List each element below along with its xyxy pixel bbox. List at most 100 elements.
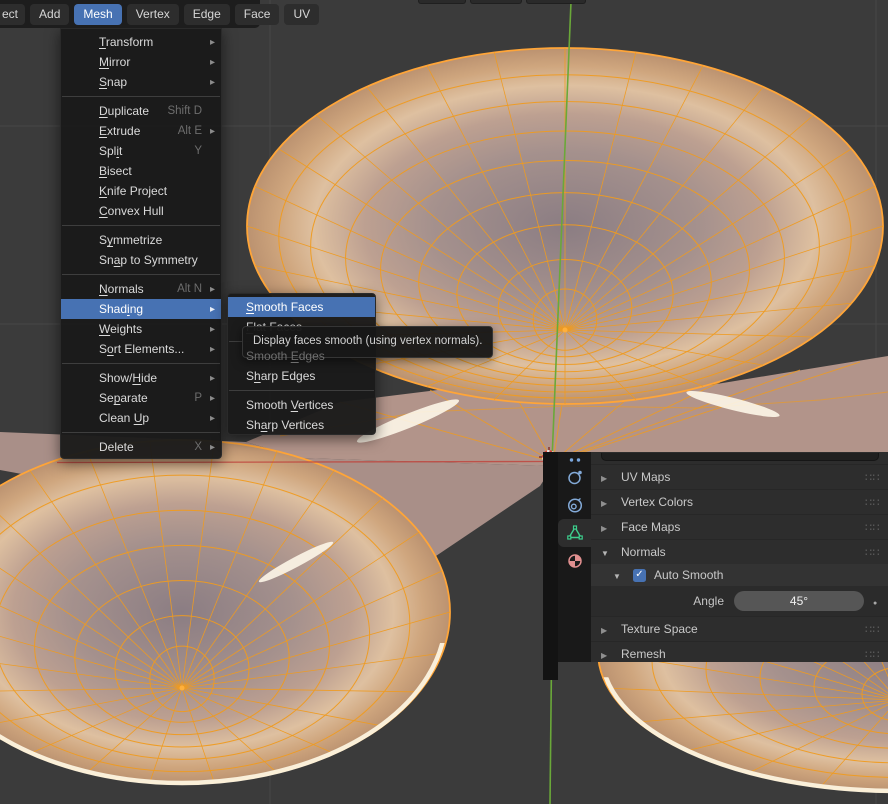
menu-item-extrude[interactable]: ExtrudeAlt E▸ [61, 121, 221, 141]
panel-border-strip [543, 662, 558, 680]
panel-header-uv-maps[interactable]: UV Maps [591, 464, 888, 489]
submenu-arrow-icon: ▸ [204, 344, 215, 355]
angle-field[interactable]: 45° [734, 591, 864, 611]
submenu-arrow-icon: ▸ [204, 324, 215, 335]
submenu-arrow-icon: ▸ [204, 126, 215, 137]
panel-header-face-maps[interactable]: Face Maps [591, 514, 888, 539]
submenu-arrow-icon: ▸ [204, 393, 215, 404]
submenu-arrow-icon: ▸ [204, 304, 215, 315]
menu-item-smooth-vertices[interactable]: Smooth Vertices [228, 395, 375, 415]
menu-item-separate[interactable]: Separate P▸ [61, 388, 221, 408]
menu-item-label: Normals [99, 282, 144, 296]
menu-item-knife-project[interactable]: Knife Project [61, 181, 221, 201]
shortcut-label: X [194, 441, 204, 453]
menu-button-vertex[interactable]: Vertex [127, 4, 179, 25]
menu-item-snap-to-symmetry[interactable]: Snap to Symmetry [61, 250, 221, 270]
header-ghost-tab [470, 0, 522, 4]
menu-item-label: Smooth Edges [246, 349, 325, 363]
menu-item-duplicate[interactable]: DuplicateShift D [61, 101, 221, 121]
auto-smooth-row[interactable]: Auto Smooth [591, 564, 888, 586]
drag-grip-icon[interactable] [865, 496, 880, 509]
submenu-arrow-icon: ▸ [204, 77, 215, 88]
menu-item-label: Show/Hide [99, 371, 157, 385]
menu-item-smooth-edges[interactable]: Smooth Edges [228, 346, 375, 366]
chevron-right-icon [601, 647, 615, 661]
animate-dot-icon[interactable] [873, 594, 877, 608]
panel-label: Face Maps [621, 520, 680, 534]
menu-item-snap[interactable]: Snap▸ [61, 72, 221, 92]
submenu-arrow-icon: ▸ [204, 37, 215, 48]
menu-item-label: Separate [99, 391, 148, 405]
drag-grip-icon[interactable] [865, 546, 880, 559]
menu-item-split[interactable]: SplitY [61, 141, 221, 161]
menu-button-face[interactable]: Face [235, 4, 280, 25]
angle-row: Angle 45° [591, 586, 888, 616]
menu-item-smooth-faces[interactable]: Smooth Faces [228, 297, 375, 317]
render-icon[interactable] [558, 463, 591, 491]
modifier-partial-icon[interactable] [558, 452, 591, 463]
menu-item-sharp-vertices[interactable]: Sharp Vertices [228, 415, 375, 435]
menu-item-label: Sharp Vertices [246, 418, 324, 432]
drag-grip-icon[interactable] [865, 521, 880, 534]
submenu-arrow-icon: ▸ [204, 442, 215, 453]
menu-button-ect[interactable]: ect [0, 4, 25, 25]
chevron-right-icon [601, 520, 615, 534]
menu-item-convex-hull[interactable]: Convex Hull [61, 201, 221, 221]
drag-grip-icon[interactable] [865, 648, 880, 661]
panel-header-vertex-colors[interactable]: Vertex Colors [591, 489, 888, 514]
properties-panel: UV Maps Vertex Colors Face Maps Normals [543, 452, 888, 662]
physics-icon[interactable] [558, 491, 591, 519]
menu-item-clean-up[interactable]: Clean Up▸ [61, 408, 221, 428]
object-data-icon[interactable] [558, 519, 591, 547]
menu-item-delete[interactable]: Delete X▸ [61, 437, 221, 457]
menu-item-sharp-edges[interactable]: Sharp Edges [228, 366, 375, 386]
menu-separator [62, 363, 220, 364]
menu-button-edge[interactable]: Edge [184, 4, 230, 25]
menu-button-mesh[interactable]: Mesh [74, 4, 121, 25]
menu-button-uv[interactable]: UV [284, 4, 319, 25]
menu-item-label: Delete [99, 440, 134, 454]
menu-item-label: Split [99, 144, 122, 158]
drag-grip-icon[interactable] [865, 471, 880, 484]
panel-header-normals[interactable]: Normals [591, 539, 888, 564]
submenu-arrow-icon: ▸ [204, 413, 215, 424]
submenu-arrow-icon: ▸ [204, 284, 215, 295]
panel-header-remesh[interactable]: Remesh [591, 641, 888, 662]
menu-item-label: Snap to Symmetry [99, 253, 198, 267]
menu-item-symmetrize[interactable]: Symmetrize [61, 230, 221, 250]
menu-item-bisect[interactable]: Bisect [61, 161, 221, 181]
menu-item-normals[interactable]: NormalsAlt N▸ [61, 279, 221, 299]
menu-separator [62, 432, 220, 433]
menu-item-sort-elements[interactable]: Sort Elements... ▸ [61, 339, 221, 359]
drag-grip-icon[interactable] [865, 623, 880, 636]
menu-item-weights[interactable]: Weights▸ [61, 319, 221, 339]
clipped-list-box[interactable] [601, 453, 879, 461]
panel-label: Normals [621, 545, 666, 559]
auto-smooth-checkbox[interactable] [633, 569, 646, 582]
menu-item-label: Transform [99, 35, 153, 49]
menu-item-label: Bisect [99, 164, 132, 178]
menu-item-show-hide[interactable]: Show/Hide ▸ [61, 368, 221, 388]
panel-header-texture-space[interactable]: Texture Space [591, 616, 888, 641]
menu-item-label: Knife Project [99, 184, 167, 198]
menu-item-label: Sort Elements... [99, 342, 184, 356]
panel-label: Texture Space [621, 622, 698, 636]
material-icon[interactable] [558, 547, 591, 575]
menu-item-mirror[interactable]: Mirror ▸ [61, 52, 221, 72]
chevron-down-icon [613, 568, 627, 582]
menu-button-add[interactable]: Add [30, 4, 69, 25]
menu-separator [62, 225, 220, 226]
menu-item-transform[interactable]: Transform ▸ [61, 32, 221, 52]
menu-item-label: Smooth Faces [246, 300, 323, 314]
menu-item-label: Sharp Edges [246, 369, 315, 383]
menu-item-label: Mirror [99, 55, 130, 69]
shortcut-label: Shift D [167, 105, 204, 117]
menu-separator [62, 274, 220, 275]
menu-item-shading[interactable]: Shading▸ [61, 299, 221, 319]
angle-label: Angle [591, 594, 724, 608]
viewport-header-menus: ectAddMeshVertexEdgeFaceUV [0, 0, 260, 28]
menu-item-label: Convex Hull [99, 204, 164, 218]
submenu-arrow-icon: ▸ [204, 373, 215, 384]
submenu-arrow-icon: ▸ [204, 57, 215, 68]
shortcut-label: P [194, 392, 204, 404]
